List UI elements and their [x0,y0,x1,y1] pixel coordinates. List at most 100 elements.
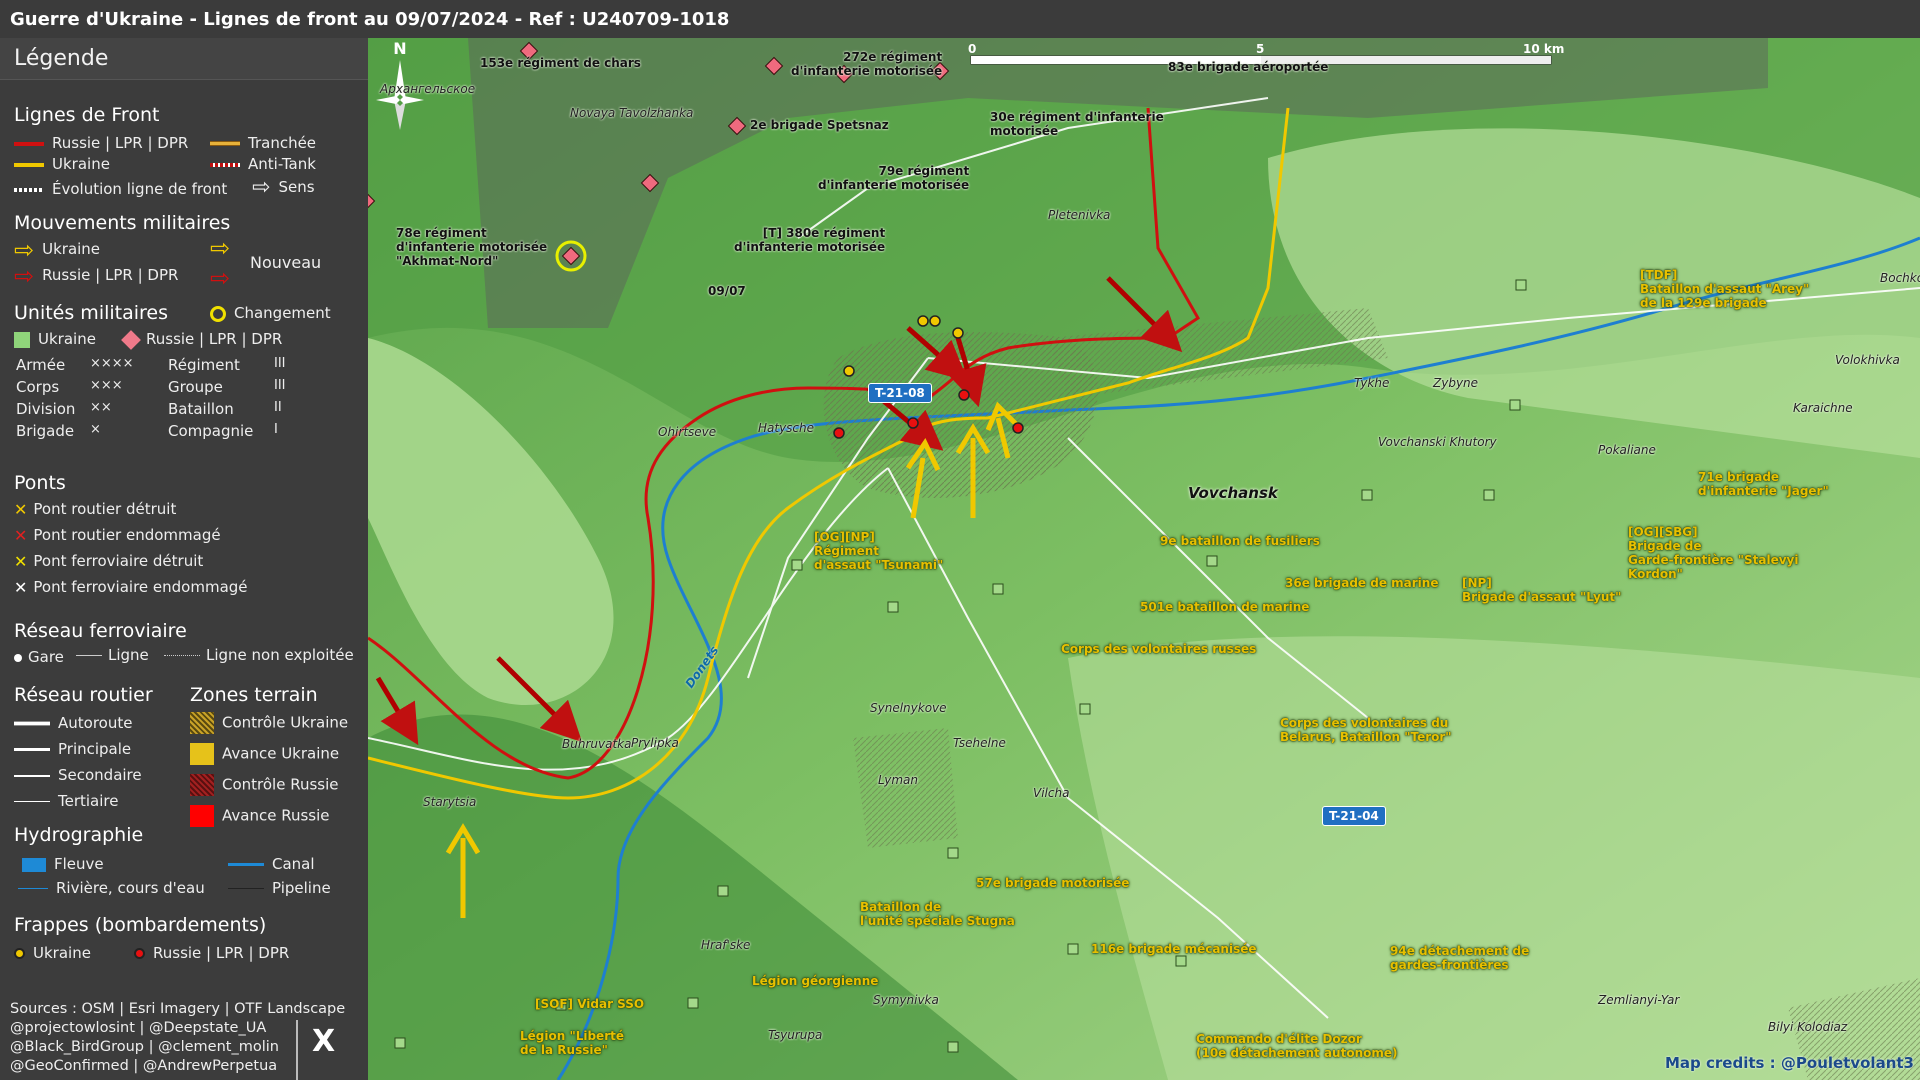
legend-heading: Légende [0,38,368,80]
yellow-arrow-icon: ⇨ [14,235,35,264]
canal-swatch [228,863,264,866]
road-swatch [14,774,50,777]
russia-unit-label: 09/07 [708,284,746,298]
legend-canal: Canal [228,855,315,873]
legend-unit-ukraine: Ukraine [14,330,96,348]
place-label: Volokhivka [1835,353,1900,367]
legend-river: Fleuve [22,855,104,873]
place-label: Vilcha [1033,786,1070,800]
unit-size-label: Brigade [16,422,75,440]
road-badge-t2104: T-21-04 [1322,806,1386,826]
place-label: Pokaliane [1598,443,1656,457]
bridge-label: Pont ferroviaire endommagé [33,578,248,596]
ukraine-unit-label: [OG][SBG] Brigade de Garde-frontière "St… [1628,525,1799,581]
bridge-x-icon: ✕ [14,526,28,545]
bridge-label: Pont routier détruit [33,500,177,518]
ukraine-unit-label: [SOF] Vidar SSO [535,997,645,1011]
ukraine-unit-label: 116e brigade mécanisée [1091,942,1257,956]
legend-hydro-title: Hydrographie [14,824,144,846]
place-label: Prylipka [631,736,679,750]
scale-label-0: 0 [968,42,977,56]
road-swatch [14,801,50,802]
bridge-label: Pont routier endommagé [33,526,221,544]
place-label: Buhruvatka [562,737,632,751]
ukraine-unit-label: Corps des volontaires russes [1061,642,1257,656]
zone-row: Avance Ukraine [190,743,339,765]
legend-strike-russia: Russie | LPR | DPR [134,944,289,962]
map-screen: Guerre d'Ukraine - Lignes de front au 09… [0,0,1920,1080]
map-canvas[interactable]: 0 5 10 km N T-21-08 T-21-04 Архангельско… [368,38,1920,1080]
unit-size-label: Armée [16,356,66,374]
new-red-arrow-icon: ⇨ [210,264,231,292]
place-label: Starytsia [423,795,477,809]
ukraine-unit-label: 57e brigade motorisée [976,876,1130,890]
rail-line-swatch [76,655,102,656]
legend-stream: Rivière, cours d'eau [18,879,205,897]
place-label: Hatysche [758,421,815,435]
change-circle-icon [210,305,226,322]
legend-trench: Tranchée [210,134,316,152]
zone-label: Avance Ukraine [222,744,340,763]
legend-front-title: Lignes de Front [14,104,160,126]
yellow-strike-dot-icon [14,948,25,959]
zone-label: Contrôle Ukraine [222,713,349,732]
legend-rail-unused: Ligne non exploitée [164,646,354,664]
legend-move-ukraine: ⇨ Ukraine [14,235,101,264]
road-label: Autoroute [58,714,133,732]
unit-size-symbol2: I [274,422,278,437]
ukraine-unit-label: Corps des volontaires du Belarus, Batail… [1280,716,1452,744]
unit-size-symbol2: III [274,356,286,371]
place-label: Vovchansk [1188,484,1278,502]
dotted-swatch [14,187,44,192]
place-label: Hraf'ske [701,938,751,952]
legend-units-title: Unités militaires [14,302,169,324]
legend-unit-russia: Russie | LPR | DPR [121,329,282,350]
ukraine-unit-label: 36e brigade de marine [1285,576,1439,590]
ukraine-unit-label: [OG][NP] Régiment d'assaut "Tsunami" [814,530,944,572]
legend-direction: ⇨ Sens [252,174,315,200]
unit-size-label2: Bataillon [168,400,234,418]
zone-row: Avance Russie [190,805,329,827]
legend-roads-title: Réseau routier [14,684,153,706]
zone-swatch [190,805,214,827]
yellow-line-swatch [14,162,44,167]
unit-size-symbol: ××× [90,378,123,393]
river-swatch [22,857,46,872]
road-row: Secondaire [14,766,142,784]
road-label: Tertiaire [58,792,119,810]
place-label: Pletenivka [1048,208,1111,222]
map-credits: Map credits : @Pouletvolant3 [1665,1054,1914,1072]
ukraine-unit-label: Légion géorgienne [752,974,879,988]
russia-unit-label: 153e régiment de chars [480,56,641,70]
place-label: Novaya Tavolzhanka [570,106,694,120]
zone-label: Avance Russie [222,806,330,825]
place-label: Bochkove [1880,271,1920,285]
road-badge-t2108: T-21-08 [868,383,932,403]
road-label: Principale [58,740,132,758]
zone-swatch [190,743,214,765]
place-label: Vovchanski Khutory [1378,435,1497,449]
bridge-x-icon: ✕ [14,578,28,597]
legend-rail-title: Réseau ferroviaire [14,620,187,642]
road-swatch [14,721,50,726]
legend-move-russia: ⇨ Russie | LPR | DPR [14,261,179,290]
legend-pipeline: Pipeline [228,879,331,897]
legend-new: Nouveau [250,253,322,272]
trench-swatch [210,141,240,146]
legend-zones-title: Zones terrain [190,684,318,706]
x-logo-icon[interactable]: X [312,1024,335,1059]
map-title: Guerre d'Ukraine - Lignes de front au 09… [0,0,1920,38]
zone-row: Contrôle Russie [190,774,339,796]
place-label: Karaichne [1793,401,1853,415]
place-label: Lyman [878,773,919,787]
bridge-row: ✕ Pont ferroviaire détruit [14,552,203,571]
russia-unit-label: 2e brigade Spetsnaz [750,118,889,132]
legend-antitank: Anti-Tank [210,155,316,173]
unit-size-label2: Compagnie [168,422,254,440]
unit-size-label2: Régiment [168,356,240,374]
unit-size-symbol2: III [274,378,286,393]
russia-unit-label: 272e régiment d'infanterie motorisée [791,50,943,78]
place-label: Tsyurupa [768,1028,823,1042]
stream-swatch [18,888,48,889]
unit-size-symbol2: II [274,400,282,415]
